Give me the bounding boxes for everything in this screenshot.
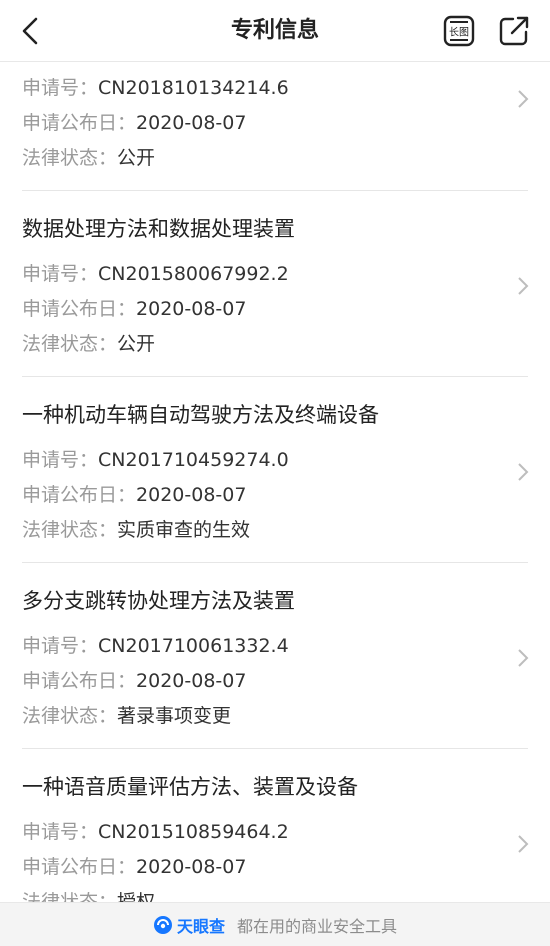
- status-label: 法律状态：: [22, 891, 118, 902]
- brand-name: 天眼查: [176, 916, 225, 936]
- status-row: 法律状态：著录事项变更: [22, 701, 231, 728]
- app-no-row: 申请号：CN201710459274.0: [22, 445, 289, 472]
- app-no-row: 申请号：CN201580067992.2: [22, 259, 289, 286]
- patent-item[interactable]: 一种语音质量评估方法、装置及设备 申请号：CN201510859464.2 申请…: [0, 749, 550, 902]
- share-button[interactable]: [497, 14, 531, 48]
- app-no-label: 申请号：: [22, 77, 99, 99]
- patent-item[interactable]: 申请号：CN201810134214.6 申请公布日：2020-08-07 法律…: [0, 62, 550, 191]
- patent-list[interactable]: 申请号：CN201810134214.6 申请公布日：2020-08-07 法律…: [0, 62, 550, 902]
- pub-date-value: 2020-08-07: [136, 670, 247, 692]
- long-image-icon: 长图: [443, 15, 475, 47]
- status-row: 法律状态：公开: [22, 143, 155, 170]
- brand: 天眼查: [153, 913, 237, 937]
- status-label: 法律状态：: [22, 147, 118, 169]
- pub-date-label: 申请公布日：: [22, 856, 137, 878]
- chevron-right-icon: [518, 463, 529, 481]
- app-no-value: CN201710459274.0: [98, 449, 289, 471]
- app-no-label: 申请号：: [22, 263, 99, 285]
- status-row: 法律状态：授权: [22, 887, 155, 902]
- pub-date-row: 申请公布日：2020-08-07: [22, 852, 246, 879]
- status-label: 法律状态：: [22, 333, 118, 355]
- status-label: 法律状态：: [22, 519, 118, 541]
- app-no-value: CN201710061332.4: [98, 635, 289, 657]
- top-navbar: 专利信息 长图: [0, 0, 550, 62]
- long-image-button[interactable]: 长图: [442, 14, 476, 48]
- status-value: 公开: [117, 147, 156, 169]
- app-no-row: 申请号：CN201810134214.6: [22, 73, 289, 100]
- app-no-label: 申请号：: [22, 635, 99, 657]
- status-value: 公开: [117, 333, 156, 355]
- back-button[interactable]: [14, 14, 48, 48]
- pub-date-label: 申请公布日：: [22, 298, 137, 320]
- patent-title: 一种语音质量评估方法、装置及设备: [22, 775, 358, 799]
- status-value: 实质审查的生效: [117, 519, 251, 541]
- patent-item[interactable]: 多分支跳转协处理方法及装置 申请号：CN201710061332.4 申请公布日…: [0, 563, 550, 749]
- share-icon: [499, 16, 529, 46]
- pub-date-label: 申请公布日：: [22, 484, 137, 506]
- pub-date-value: 2020-08-07: [136, 856, 247, 878]
- status-value: 授权: [117, 891, 156, 902]
- status-value: 著录事项变更: [117, 705, 232, 727]
- app-no-value: CN201510859464.2: [98, 821, 289, 843]
- pub-date-value: 2020-08-07: [136, 298, 247, 320]
- footer-bar: 天眼查 都在用的商业安全工具: [0, 902, 550, 946]
- patent-item[interactable]: 数据处理方法和数据处理装置 申请号：CN201580067992.2 申请公布日…: [0, 191, 550, 377]
- pub-date-label: 申请公布日：: [22, 112, 137, 134]
- app-no-label: 申请号：: [22, 821, 99, 843]
- app-no-row: 申请号：CN201510859464.2: [22, 817, 289, 844]
- app-no-value: CN201810134214.6: [98, 77, 289, 99]
- status-row: 法律状态：公开: [22, 329, 155, 356]
- pub-date-row: 申请公布日：2020-08-07: [22, 294, 246, 321]
- pub-date-label: 申请公布日：: [22, 670, 137, 692]
- app-no-row: 申请号：CN201710061332.4: [22, 631, 289, 658]
- chevron-right-icon: [518, 90, 529, 108]
- pub-date-value: 2020-08-07: [136, 484, 247, 506]
- tianyancha-logo-icon: [153, 915, 172, 934]
- patent-title: 一种机动车辆自动驾驶方法及终端设备: [22, 403, 379, 427]
- app-no-value: CN201580067992.2: [98, 263, 289, 285]
- patent-item[interactable]: 一种机动车辆自动驾驶方法及终端设备 申请号：CN201710459274.0 申…: [0, 377, 550, 563]
- pub-date-value: 2020-08-07: [136, 112, 247, 134]
- footer-slogan: 都在用的商业安全工具: [237, 916, 398, 936]
- app-no-label: 申请号：: [22, 449, 99, 471]
- status-row: 法律状态：实质审查的生效: [22, 515, 250, 542]
- patent-title: 多分支跳转协处理方法及装置: [22, 589, 295, 613]
- chevron-left-icon: [22, 17, 38, 45]
- pub-date-row: 申请公布日：2020-08-07: [22, 108, 246, 135]
- long-image-label: 长图: [449, 27, 469, 39]
- pub-date-row: 申请公布日：2020-08-07: [22, 480, 246, 507]
- chevron-right-icon: [518, 277, 529, 295]
- pub-date-row: 申请公布日：2020-08-07: [22, 666, 246, 693]
- patent-title: 数据处理方法和数据处理装置: [22, 217, 295, 241]
- status-label: 法律状态：: [22, 705, 118, 727]
- chevron-right-icon: [518, 835, 529, 853]
- chevron-right-icon: [518, 649, 529, 667]
